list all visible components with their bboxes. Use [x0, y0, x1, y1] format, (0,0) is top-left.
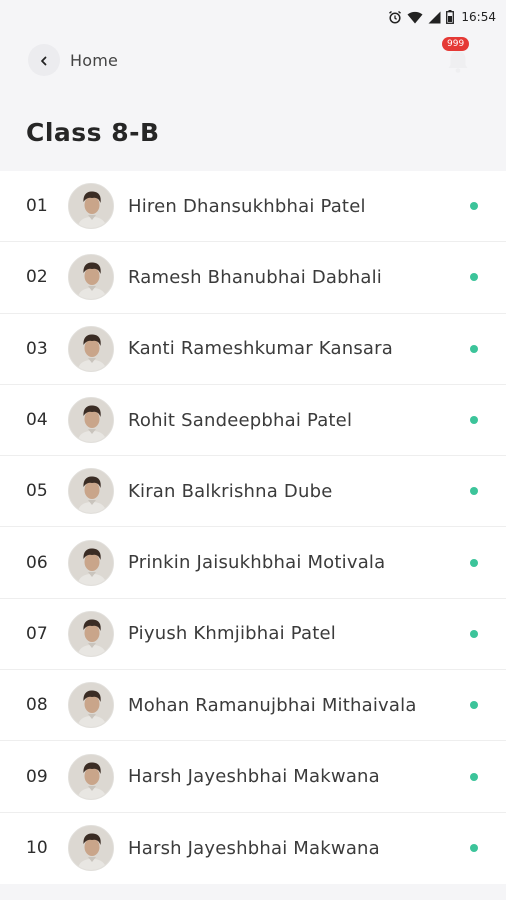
online-status-dot — [470, 701, 478, 710]
student-row[interactable]: 06 Prinkin Jaisukhbhai Motivala — [0, 527, 506, 599]
wifi-icon — [407, 11, 423, 24]
student-row[interactable]: 03 Kanti Rameshkumar Kansara — [0, 314, 506, 385]
student-row[interactable]: 01 Hiren Dhansukhbhai Patel — [0, 171, 506, 243]
roll-number: 08 — [26, 695, 48, 716]
back-label[interactable]: Home — [70, 51, 118, 70]
avatar — [68, 254, 114, 301]
avatar — [68, 468, 114, 515]
student-name: Mohan Ramanujbhai Mithaivala — [128, 694, 417, 716]
avatar — [68, 825, 114, 872]
alarm-icon — [388, 10, 402, 24]
top-bar: Home 999 — [28, 37, 478, 80]
roll-number: 10 — [26, 838, 48, 859]
student-row[interactable]: 10 Harsh Jayeshbhai Makwana — [0, 813, 506, 884]
online-status-dot — [470, 772, 478, 781]
notification-button[interactable]: 999 — [438, 37, 478, 80]
online-status-dot — [470, 273, 478, 282]
student-name: Hiren Dhansukhbhai Patel — [128, 195, 366, 217]
avatar — [68, 183, 114, 230]
roll-number: 03 — [26, 338, 48, 359]
roll-number: 09 — [26, 766, 48, 787]
signal-icon — [428, 11, 441, 24]
roll-number: 07 — [26, 623, 48, 644]
online-status-dot — [470, 844, 478, 853]
avatar — [68, 610, 114, 657]
student-row[interactable]: 04 Rohit Sandeepbhai Patel — [0, 385, 506, 457]
student-row[interactable]: 09 Harsh Jayeshbhai Makwana — [0, 741, 506, 813]
student-row[interactable]: 05 Kiran Balkrishna Dube — [0, 456, 506, 528]
online-status-dot — [470, 558, 478, 567]
online-status-dot — [470, 344, 478, 353]
student-row[interactable]: 07 Piyush Khmjibhai Patel — [0, 599, 506, 671]
chevron-left-icon — [39, 51, 49, 70]
back-button[interactable] — [28, 44, 60, 76]
student-name: Rohit Sandeepbhai Patel — [128, 409, 353, 431]
student-name: Kanti Rameshkumar Kansara — [128, 338, 393, 360]
student-name: Piyush Khmjibhai Patel — [128, 623, 336, 645]
page-title: Class 8-B — [26, 118, 160, 147]
status-time: 16:54 — [461, 10, 496, 24]
avatar — [68, 539, 114, 586]
avatar — [68, 397, 114, 444]
online-status-dot — [470, 416, 478, 425]
avatar — [68, 753, 114, 800]
avatar — [68, 682, 114, 729]
student-row[interactable]: 02 Ramesh Bhanubhai Dabhali — [0, 242, 506, 314]
student-name: Prinkin Jaisukhbhai Motivala — [128, 552, 386, 574]
student-name: Ramesh Bhanubhai Dabhali — [128, 266, 383, 288]
student-name: Harsh Jayeshbhai Makwana — [128, 766, 380, 788]
student-row[interactable]: 08 Mohan Ramanujbhai Mithaivala — [0, 670, 506, 742]
online-status-dot — [470, 202, 478, 211]
roll-number: 01 — [26, 196, 48, 217]
avatar — [68, 325, 114, 372]
status-bar: 16:54 — [0, 0, 506, 34]
student-name: Harsh Jayeshbhai Makwana — [128, 837, 380, 859]
online-status-dot — [470, 487, 478, 496]
roll-number: 05 — [26, 481, 48, 502]
roll-number: 02 — [26, 267, 48, 288]
online-status-dot — [470, 629, 478, 638]
student-name: Kiran Balkrishna Dube — [128, 480, 333, 502]
roll-number: 04 — [26, 410, 48, 431]
notification-badge: 999 — [442, 37, 470, 51]
battery-icon — [446, 10, 455, 24]
roll-number: 06 — [26, 552, 48, 573]
student-list: 01 Hiren Dhansukhbhai Patel 02 Ramesh Bha… — [0, 171, 506, 884]
